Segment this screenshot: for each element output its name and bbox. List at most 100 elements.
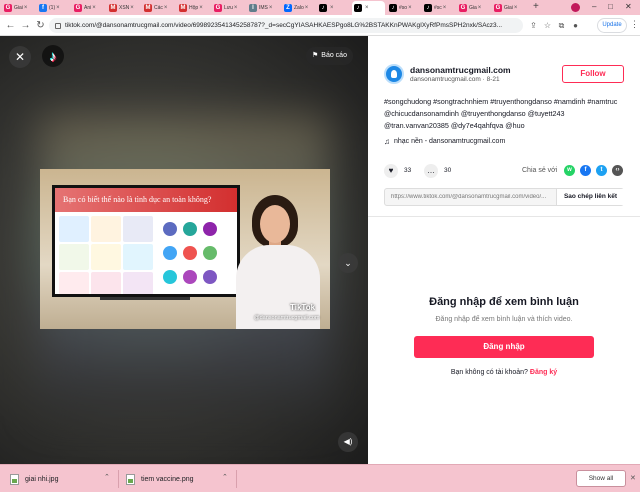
menu-dots-icon[interactable]: ⋮ xyxy=(630,19,639,30)
tab-close-icon[interactable]: × xyxy=(305,5,309,11)
heart-icon[interactable]: ♥ xyxy=(384,164,398,178)
tab-close-icon[interactable]: × xyxy=(164,5,168,11)
browser-tab[interactable]: G Ani × xyxy=(72,1,105,15)
facebook-icon[interactable]: f xyxy=(580,165,591,176)
chevron-up-icon[interactable]: ⌃ xyxy=(222,473,228,481)
show-all-button[interactable]: Show all xyxy=(576,470,626,487)
browser-tab[interactable]: G Lưu × xyxy=(212,1,245,15)
tab-close-icon[interactable]: × xyxy=(24,5,28,11)
browser-tab[interactable]: G Gia × xyxy=(457,1,490,15)
tab-close-icon[interactable]: × xyxy=(408,5,412,11)
extensions-icon[interactable]: ⧉ xyxy=(556,20,567,31)
forward-arrow-icon[interactable]: → xyxy=(19,19,32,32)
tab-close-icon[interactable]: × xyxy=(92,5,96,11)
login-prompt-title: Đăng nhập để xem bình luận xyxy=(429,296,579,308)
browser-tab[interactable]: G Giai × xyxy=(492,1,525,15)
tab-label: XSN xyxy=(119,5,130,11)
browser-tab[interactable]: M XSN × xyxy=(107,1,140,15)
download-item[interactable]: giai nhi.jpg xyxy=(10,469,58,489)
author-handle: dansonamtrucgmail.com xyxy=(410,76,481,83)
tab-close-icon[interactable]: × xyxy=(234,5,238,11)
profile-icon[interactable]: ● xyxy=(570,20,581,31)
like-count: 33 xyxy=(404,167,412,174)
tab-close-icon[interactable]: × xyxy=(514,5,518,11)
signup-link[interactable]: Đăng ký xyxy=(530,369,557,376)
virus-image xyxy=(203,270,217,284)
browser-tab[interactable]: f (1) × xyxy=(37,1,70,15)
tiktok-logo-icon[interactable]: ♪ xyxy=(42,45,64,67)
author-username[interactable]: dansonamtrucgmail.com xyxy=(410,65,511,75)
comment-icon[interactable]: … xyxy=(424,164,438,178)
tab-label: #so xyxy=(399,5,408,11)
close-window-button[interactable]: ✕ xyxy=(625,2,632,11)
share-page-icon[interactable]: ⇪ xyxy=(528,20,539,31)
author-subline: dansonamtrucgmail.com · 8-21 xyxy=(410,76,500,83)
music-note-icon: ♫ xyxy=(384,137,390,146)
new-tab-button[interactable]: + xyxy=(533,2,539,12)
report-button[interactable]: ⚑ Báo cáo xyxy=(306,47,353,65)
tab-close-icon[interactable]: × xyxy=(365,5,369,11)
address-bar[interactable]: tiktok.com/@dansonamtrucgmail.com/video/… xyxy=(49,18,523,33)
browser-tab[interactable]: ♪ × xyxy=(317,1,350,15)
maximize-button[interactable]: □ xyxy=(608,2,613,11)
reload-icon[interactable]: ↻ xyxy=(34,19,47,32)
follow-button[interactable]: Follow xyxy=(562,65,624,83)
profile-avatar[interactable] xyxy=(571,3,580,12)
music-row[interactable]: ♫ nhạc nền - dansonamtrucgmail.com xyxy=(384,137,505,146)
download-item[interactable]: tiem vaccine.png xyxy=(126,469,194,489)
login-button[interactable]: Đăng nhập xyxy=(414,336,594,358)
chevron-down-icon[interactable]: ⌄ xyxy=(338,253,358,273)
minimize-button[interactable]: – xyxy=(592,2,596,11)
copy-link-button[interactable]: Sao chép liên kết xyxy=(556,189,624,205)
browser-tab[interactable]: Z Zalo × xyxy=(282,1,315,15)
virus-image xyxy=(203,246,217,260)
close-icon[interactable]: ✕ xyxy=(9,46,31,68)
virus-image xyxy=(163,222,177,236)
twitter-icon[interactable]: t xyxy=(596,165,607,176)
update-button[interactable]: Update xyxy=(597,18,627,33)
post-caption: #songchudong #songtrachnhiem #truyenthon… xyxy=(384,97,618,130)
tab-close-icon[interactable]: × xyxy=(330,5,334,11)
tab-close-icon[interactable]: × xyxy=(56,5,60,11)
tab-favicon-icon: G xyxy=(4,4,12,12)
download-filename[interactable]: giai nhi.jpg xyxy=(25,476,58,483)
video-link-text[interactable]: https://www.tiktok.com/@dansonamtrucgmai… xyxy=(391,194,551,200)
volume-icon[interactable]: ◀) xyxy=(338,432,358,452)
video-player-area[interactable]: Bạn có biết thế nào là tình dục an toàn … xyxy=(0,36,368,464)
divider xyxy=(236,470,237,488)
embed-icon[interactable]: ‹› xyxy=(612,165,623,176)
music-title[interactable]: nhạc nền - dansonamtrucgmail.com xyxy=(394,138,505,145)
virus-image xyxy=(183,246,197,260)
whatsapp-icon[interactable]: w xyxy=(564,165,575,176)
slide-image xyxy=(123,272,153,294)
browser-tab[interactable]: ♪ #sc × xyxy=(422,1,455,15)
back-arrow-icon[interactable]: ← xyxy=(4,19,17,32)
browser-tab[interactable]: G Giai × xyxy=(2,1,35,15)
video-link-box: https://www.tiktok.com/@dansonamtrucgmai… xyxy=(384,188,624,206)
bookmark-star-icon[interactable]: ☆ xyxy=(542,20,553,31)
avatar[interactable] xyxy=(384,64,404,84)
close-icon[interactable]: ✕ xyxy=(630,474,636,482)
tab-strip: G Giai × f (1) × G Ani × M XSN × M Các × M Hộp × G Lưu × I IMS… xyxy=(0,0,640,15)
browser-tab[interactable]: ♪ #so × xyxy=(387,1,420,15)
tab-close-icon[interactable]: × xyxy=(478,5,482,11)
video-frame[interactable]: Bạn có biết thế nào là tình dục an toàn … xyxy=(40,169,330,329)
tab-favicon-icon: G xyxy=(214,4,222,12)
presentation-slide: Bạn có biết thế nào là tình dục an toàn … xyxy=(55,188,237,294)
tab-close-icon[interactable]: × xyxy=(199,5,203,11)
tab-close-icon[interactable]: × xyxy=(443,5,447,11)
tab-close-icon[interactable]: × xyxy=(269,5,273,11)
browser-tab[interactable]: I IMS × xyxy=(247,1,280,15)
tab-favicon-icon: ♪ xyxy=(319,4,327,12)
tab-close-icon[interactable]: × xyxy=(130,5,134,11)
tiktok-watermark: TikTok xyxy=(290,303,316,312)
tab-label: Gia xyxy=(469,5,477,11)
chevron-up-icon[interactable]: ⌃ xyxy=(104,473,110,481)
browser-tab[interactable]: ♪ × xyxy=(352,1,385,15)
download-filename[interactable]: tiem vaccine.png xyxy=(141,476,194,483)
browser-tab[interactable]: M Hộp × xyxy=(177,1,210,15)
tab-label: Lưu xyxy=(224,5,233,11)
tab-favicon-icon: ♪ xyxy=(354,4,362,12)
browser-tab[interactable]: M Các × xyxy=(142,1,175,15)
tab-label: Giai xyxy=(504,5,513,11)
